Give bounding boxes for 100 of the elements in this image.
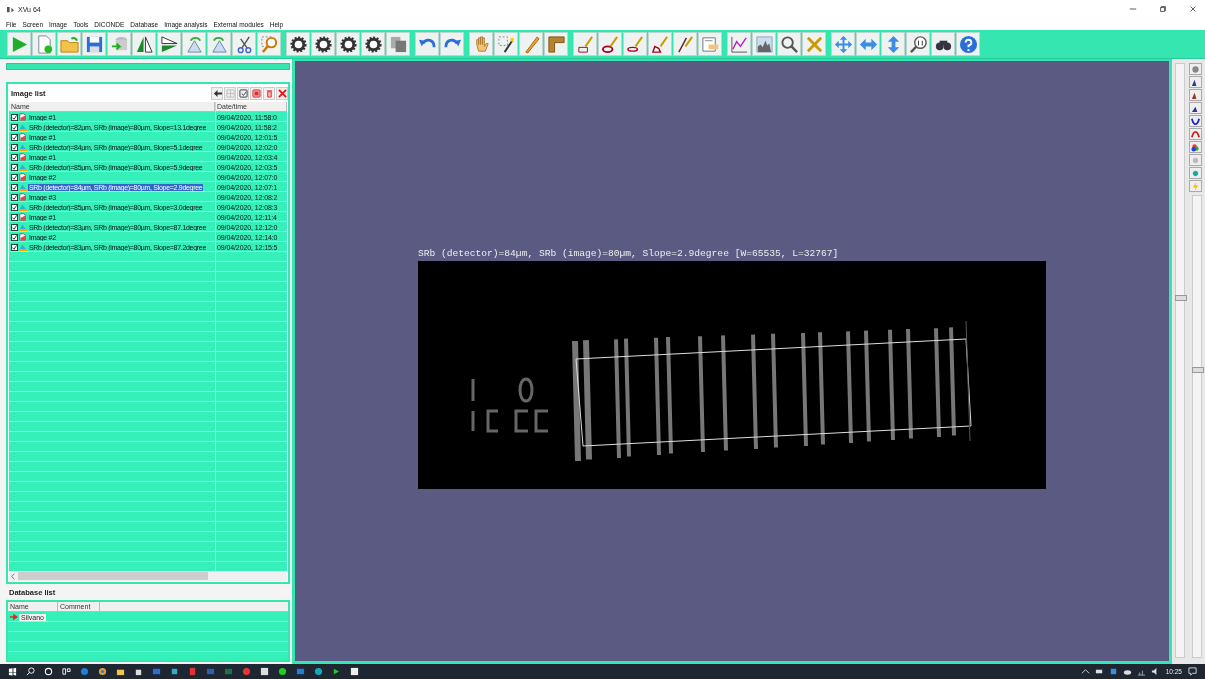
checkbox[interactable] bbox=[11, 163, 18, 171]
checkbox[interactable] bbox=[11, 113, 18, 121]
close-icon[interactable] bbox=[1189, 5, 1197, 13]
flip-horizontal-icon bbox=[159, 34, 179, 54]
checkbox[interactable] bbox=[11, 223, 18, 231]
checkbox[interactable] bbox=[11, 143, 18, 151]
rotate-right-icon bbox=[209, 34, 229, 54]
scissors-button[interactable] bbox=[232, 32, 256, 56]
task-view-icon[interactable] bbox=[62, 667, 71, 676]
gear-icon bbox=[363, 34, 383, 54]
histogram-button[interactable] bbox=[1189, 102, 1202, 114]
stop-square-button[interactable] bbox=[250, 86, 262, 100]
slider-thumb[interactable] bbox=[1175, 295, 1187, 302]
curve-button[interactable] bbox=[1189, 115, 1202, 127]
horizontal-scrollbar[interactable] bbox=[9, 571, 287, 581]
gear-icon bbox=[338, 34, 358, 54]
circle-icon bbox=[1191, 168, 1200, 178]
mountain-icon bbox=[19, 143, 27, 151]
curve-button[interactable] bbox=[1189, 128, 1202, 140]
circle-icon[interactable] bbox=[44, 667, 53, 676]
checkbox[interactable] bbox=[11, 213, 18, 221]
rotate-right-button[interactable] bbox=[207, 32, 231, 56]
gear-button[interactable] bbox=[311, 32, 335, 56]
scroll-left-icon[interactable] bbox=[9, 571, 18, 581]
histogram-icon bbox=[754, 34, 774, 54]
slider-thumb[interactable] bbox=[1192, 366, 1204, 373]
checkbox[interactable] bbox=[11, 233, 18, 241]
cloud-icon[interactable] bbox=[1122, 667, 1132, 676]
pencil-ellipse-icon bbox=[600, 34, 620, 54]
magic-wand-button[interactable] bbox=[494, 32, 518, 56]
rotate-left-icon bbox=[184, 34, 204, 54]
left-arrow-button[interactable] bbox=[211, 86, 223, 100]
mountain-icon bbox=[19, 223, 27, 231]
binoculars-button[interactable] bbox=[931, 32, 955, 56]
checkbox[interactable] bbox=[11, 123, 18, 131]
circle-button[interactable] bbox=[1189, 167, 1202, 179]
gear-button[interactable] bbox=[336, 32, 360, 56]
checkbox-button[interactable] bbox=[237, 86, 249, 100]
checkbox[interactable] bbox=[11, 203, 18, 211]
pencil-rectangle-button[interactable] bbox=[573, 32, 597, 56]
left-arrow-icon bbox=[212, 88, 222, 98]
color-circles-button[interactable] bbox=[1189, 141, 1202, 153]
redo-arrow-button[interactable] bbox=[440, 32, 464, 56]
hand-document-icon bbox=[700, 34, 720, 54]
checkbox[interactable] bbox=[11, 133, 18, 141]
flip-vertical-button[interactable] bbox=[132, 32, 156, 56]
histogram-button[interactable] bbox=[1189, 89, 1202, 101]
pencil-ellipse-button[interactable] bbox=[598, 32, 622, 56]
gear-icon bbox=[313, 34, 333, 54]
search-icon[interactable] bbox=[26, 667, 35, 676]
delete-button[interactable] bbox=[276, 86, 288, 100]
undo-arrow-button[interactable] bbox=[415, 32, 439, 56]
histogram-button[interactable] bbox=[1189, 76, 1202, 88]
folder-icon[interactable] bbox=[116, 667, 125, 676]
l-shape-button[interactable] bbox=[544, 32, 568, 56]
help-icon bbox=[958, 34, 978, 54]
four-way-arrows-button[interactable] bbox=[831, 32, 855, 56]
notification-icon[interactable] bbox=[1188, 667, 1197, 676]
magnifier-actual-size-button[interactable] bbox=[906, 32, 930, 56]
checkbox[interactable] bbox=[11, 153, 18, 161]
pencil-rectangle-icon bbox=[575, 34, 595, 54]
color-circles-icon bbox=[1191, 142, 1200, 152]
mountain-icon bbox=[19, 163, 27, 171]
magic-wand-icon bbox=[496, 34, 516, 54]
mountain-icon bbox=[19, 203, 27, 211]
pencil-oval-button[interactable] bbox=[623, 32, 647, 56]
line-graph-button[interactable] bbox=[727, 32, 751, 56]
floppy-disk-button[interactable] bbox=[82, 32, 106, 56]
pencil-line-button[interactable] bbox=[673, 32, 697, 56]
magnifier-actual-size-icon bbox=[908, 34, 928, 54]
help-button[interactable] bbox=[956, 32, 980, 56]
copy-pages-icon bbox=[388, 34, 408, 54]
new-document-button[interactable] bbox=[32, 32, 56, 56]
windows-logo-icon[interactable] bbox=[8, 667, 17, 676]
checkbox[interactable] bbox=[11, 183, 18, 191]
mountain-icon bbox=[19, 243, 27, 251]
caret-up-icon[interactable] bbox=[1080, 667, 1090, 676]
play-button[interactable] bbox=[7, 32, 31, 56]
magnifier-document-button[interactable] bbox=[257, 32, 281, 56]
pencil-polygon-button[interactable] bbox=[648, 32, 672, 56]
checkbox[interactable] bbox=[11, 173, 18, 181]
horizontal-arrows-button[interactable] bbox=[856, 32, 880, 56]
flip-vertical-icon bbox=[134, 34, 154, 54]
trash-can-button[interactable] bbox=[263, 86, 275, 100]
mountain-icon bbox=[19, 183, 27, 191]
flip-horizontal-button[interactable] bbox=[157, 32, 181, 56]
close-icon bbox=[277, 88, 287, 98]
checkbox[interactable] bbox=[11, 193, 18, 201]
image-caption: SRb (detector)=84µm, SRb (image)=80µm, Slope=2.9degree [W=65535, L=32767] bbox=[418, 247, 839, 259]
gear-button[interactable] bbox=[361, 32, 385, 56]
grid-icon bbox=[225, 88, 235, 98]
pencil-oval-icon bbox=[625, 34, 645, 54]
gear-button[interactable] bbox=[286, 32, 310, 56]
magnifier-button[interactable] bbox=[777, 32, 801, 56]
restore-icon[interactable] bbox=[1159, 5, 1167, 13]
copy-pages-button[interactable] bbox=[386, 32, 410, 56]
pencil-line-icon bbox=[675, 34, 695, 54]
histogram-button[interactable] bbox=[752, 32, 776, 56]
checkbox[interactable] bbox=[11, 243, 18, 251]
line-graph-icon bbox=[729, 34, 749, 54]
